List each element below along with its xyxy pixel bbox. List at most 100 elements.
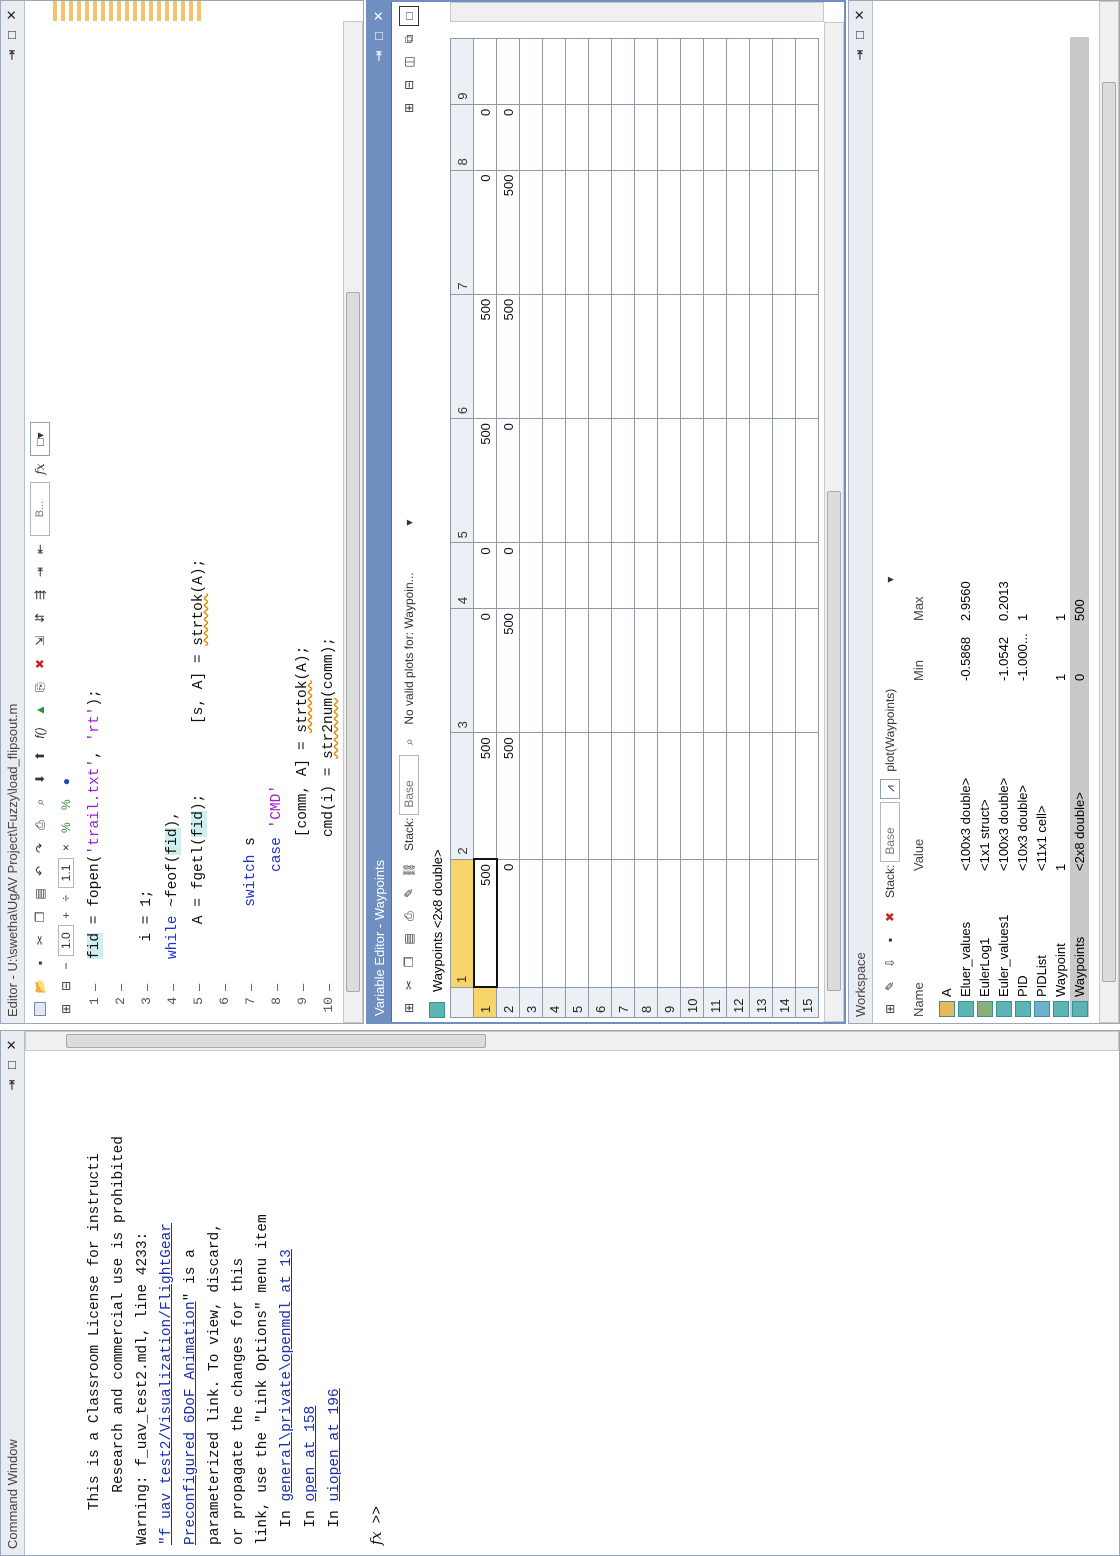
command-window-scrollbar[interactable]	[25, 1031, 1119, 1051]
grid-cell[interactable]	[611, 732, 635, 860]
close-icon[interactable]: ✕	[3, 1037, 21, 1053]
name-column-header[interactable]: Name	[911, 982, 926, 1017]
link-icon[interactable]: ⛓	[399, 860, 419, 880]
grid-cell[interactable]	[634, 859, 658, 988]
max-column-header[interactable]: Max	[911, 596, 926, 621]
workspace-variable-row[interactable]: Euler_values1 <100x3 double> -1.0542 0.2013	[994, 37, 1013, 1017]
grid-cell[interactable]: 0	[473, 170, 497, 295]
grid-cell[interactable]	[795, 38, 819, 105]
grid-cell[interactable]	[611, 38, 635, 105]
grid-cell[interactable]	[749, 732, 773, 860]
save-workspace-icon[interactable]: ▪	[880, 930, 900, 950]
column-header[interactable]: 6	[450, 294, 474, 419]
grid-cell[interactable]	[657, 104, 681, 171]
grid-cell[interactable]	[588, 38, 612, 105]
workspace-hscrollbar[interactable]	[1099, 1, 1119, 1023]
grid-cell[interactable]: 500	[473, 294, 497, 419]
zoom-b-field[interactable]: 1.1	[58, 857, 74, 889]
grid-cell[interactable]	[703, 170, 727, 295]
row-header[interactable]: 8	[634, 987, 658, 1018]
editor-code-area[interactable]: 1 – fid = fopen('trail.txt', 'rt'); 2 – 3 – i …	[81, 1, 363, 1023]
grid-cell[interactable]	[703, 608, 727, 733]
back-icon[interactable]: ⬇	[30, 769, 50, 789]
plot-dropdown-icon[interactable]: ▾	[402, 520, 416, 526]
row-header[interactable]: 13	[749, 987, 773, 1018]
grid-cell[interactable]	[795, 104, 819, 171]
grid-cell[interactable]	[795, 294, 819, 419]
grid-cell[interactable]	[795, 542, 819, 609]
variable-grid[interactable]: 1 2 3 4 5 6 7 8 9 1 500 500 0 0 500 500 0 0 2 0 500 500 0 0 500 5…	[450, 38, 819, 1018]
grid-cell[interactable]	[772, 170, 796, 295]
grid-cell[interactable]	[749, 418, 773, 543]
grid-cell[interactable]	[519, 294, 543, 419]
grid-cell[interactable]	[542, 170, 566, 295]
code-line[interactable]: A = fgetl(fid); [s, A] = strtok(A);	[191, 559, 207, 959]
grid-cell[interactable]	[749, 542, 773, 609]
grid-cell[interactable]: 500	[496, 732, 520, 860]
scrollbar-thumb[interactable]	[346, 292, 360, 992]
stack-dropdown[interactable]: B...	[30, 482, 50, 536]
grid-cell[interactable]	[611, 542, 635, 609]
tile-vertical-icon[interactable]: ◫	[399, 52, 419, 72]
grid-cell[interactable]	[680, 608, 704, 733]
grid-cell[interactable]	[703, 859, 727, 988]
breakpoint-gutter[interactable]: –	[243, 984, 258, 991]
plot-icon[interactable]: ⩘	[880, 778, 900, 799]
step-in-icon[interactable]: ⇵	[30, 608, 50, 628]
row-header[interactable]: 5	[565, 987, 589, 1018]
grid-cell[interactable]	[611, 170, 635, 295]
grid-cell[interactable]	[611, 418, 635, 543]
grid-cell[interactable]	[772, 418, 796, 543]
grid-cell[interactable]	[726, 542, 750, 609]
grid-cell[interactable]: 500	[473, 418, 497, 543]
grid-cell[interactable]	[565, 608, 589, 733]
brush-icon[interactable]: ✎	[399, 883, 419, 903]
code-line[interactable]: cmd(i) = str2num(comm);	[321, 637, 337, 959]
exit-debug-icon[interactable]: ⇤	[30, 539, 50, 559]
grid-cell[interactable]	[588, 418, 612, 543]
grid-cell[interactable]	[726, 859, 750, 988]
grid-cell[interactable]	[588, 170, 612, 295]
grid-cell[interactable]	[772, 104, 796, 171]
layout-dropdown[interactable]: □▾	[30, 422, 50, 456]
function-icon[interactable]: f()	[30, 723, 50, 743]
step-out-icon[interactable]: ⇶	[30, 585, 50, 605]
paste-icon[interactable]: ▤	[399, 929, 419, 949]
print-icon[interactable]: ⎙	[399, 906, 419, 926]
code-line[interactable]: while ~feof(fid),	[165, 811, 181, 959]
grid-cell[interactable]	[749, 294, 773, 419]
undo-icon[interactable]: ↶	[30, 861, 50, 881]
code-line[interactable]: i = 1;	[139, 889, 155, 959]
column-header[interactable]: 9	[450, 38, 474, 105]
grid-cell[interactable]	[657, 542, 681, 609]
grid-cell[interactable]: 0	[473, 542, 497, 609]
variable-grid-hscrollbar[interactable]	[824, 22, 844, 1022]
grid-cell[interactable]: 0	[473, 608, 497, 733]
column-header[interactable]: 1	[450, 859, 474, 988]
grid-cell[interactable]	[611, 859, 635, 988]
column-header[interactable]: 7	[450, 170, 474, 295]
breakpoint-gutter[interactable]: –	[139, 984, 154, 991]
row-header[interactable]: 12	[726, 987, 750, 1018]
grid-cell[interactable]	[749, 38, 773, 105]
grid-cell[interactable]: 500	[473, 732, 497, 860]
code-line[interactable]: fid = fopen('trail.txt', 'rt');	[87, 689, 103, 959]
grid-cell[interactable]	[772, 38, 796, 105]
workspace-variable-row[interactable]: PIDList <11x1 cell>	[1032, 37, 1051, 1017]
grid-cell[interactable]	[726, 732, 750, 860]
stack-link[interactable]: uiopen at 196	[327, 1388, 343, 1501]
row-header[interactable]: 15	[795, 987, 819, 1018]
workspace-variable-row[interactable]: A	[937, 37, 956, 1017]
row-header[interactable]: 4	[542, 987, 566, 1018]
grid-cell[interactable]	[519, 38, 543, 105]
tile-horizontal-icon[interactable]: ⊟	[399, 75, 419, 95]
cell-mode-icon[interactable]: ⊞	[56, 999, 76, 1019]
code-line[interactable]: case 'CMD'	[269, 785, 285, 959]
open-file-icon[interactable]: 📂	[30, 976, 50, 996]
grid-cell[interactable]	[588, 732, 612, 860]
editor-hscrollbar[interactable]	[343, 21, 363, 1023]
single-icon[interactable]: □	[399, 6, 419, 26]
grid-cell[interactable]	[657, 418, 681, 543]
grid-cell[interactable]: 0	[496, 859, 520, 988]
clear-breakpoint-icon[interactable]: ✖	[30, 654, 50, 674]
